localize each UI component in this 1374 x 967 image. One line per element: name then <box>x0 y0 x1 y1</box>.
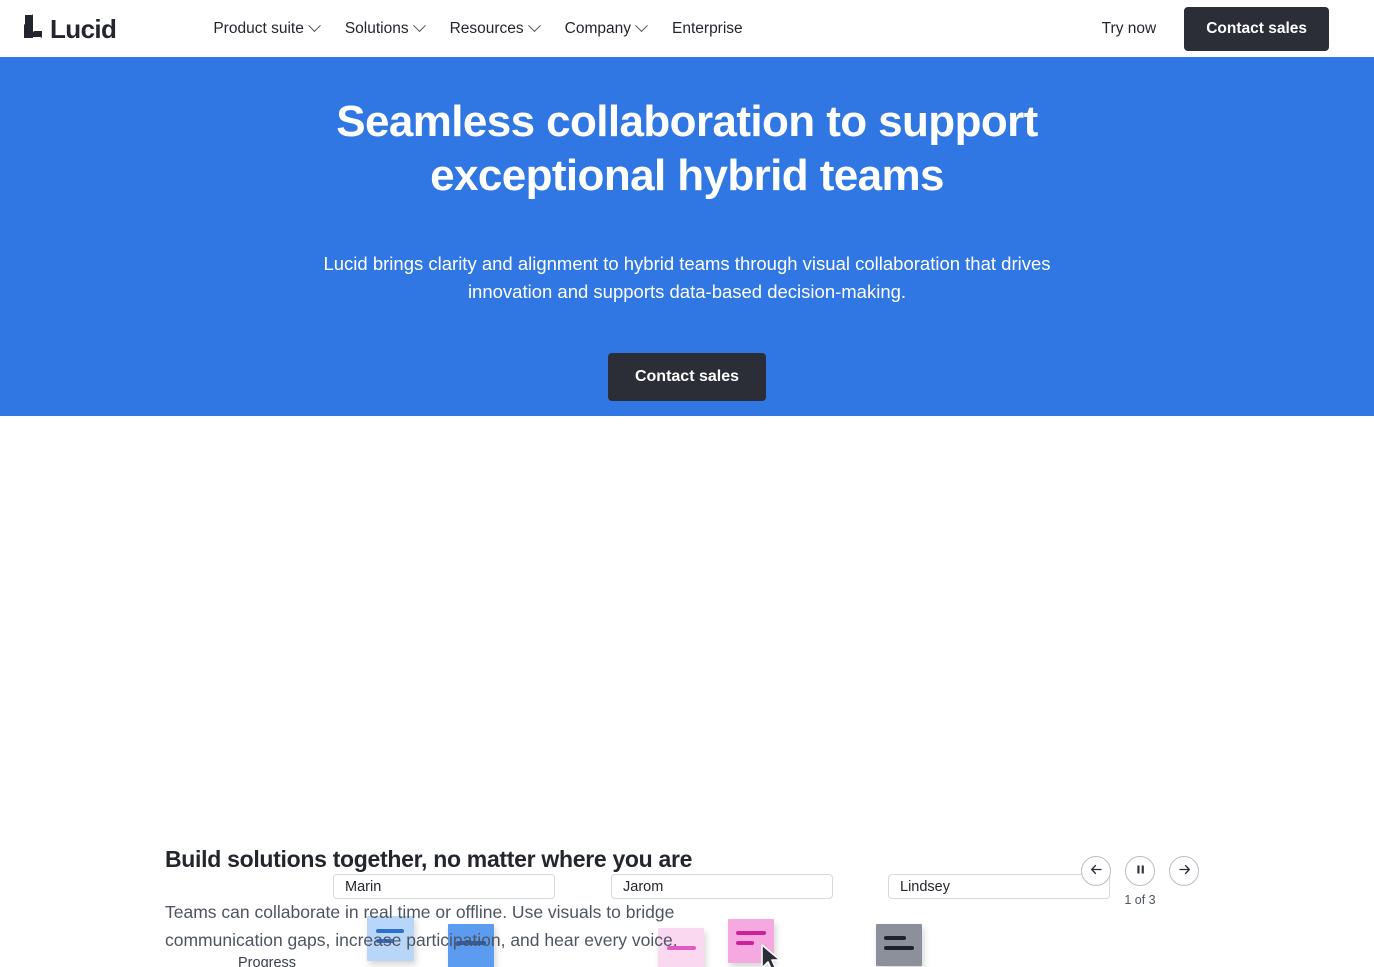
carousel-counter: 1 of 3 <box>1124 893 1156 907</box>
hero-section: Seamless collaboration to support except… <box>0 57 1374 416</box>
nav-item-label: Company <box>564 19 632 37</box>
feature-body: Teams can collaborate in real time or of… <box>165 902 678 950</box>
lucid-logo-mark-icon <box>22 13 43 44</box>
nav-item-label: Enterprise <box>672 19 743 37</box>
header-actions: Try now Contact sales <box>1102 6 1329 51</box>
hero-heading: Seamless collaboration to support except… <box>336 97 1038 200</box>
arrow-right-icon <box>1177 862 1192 880</box>
nav-item-label: Solutions <box>344 19 409 37</box>
hero-subheading: Lucid brings clarity and alignment to hy… <box>323 253 1051 303</box>
nav-item-label: Product suite <box>213 19 304 37</box>
carousel-controls: 1 of 3 <box>1081 856 1199 907</box>
nav-item-company[interactable]: Company <box>564 19 648 38</box>
row-label-progress: Progress <box>238 955 297 967</box>
nav-item-label: Resources <box>449 19 524 37</box>
header-contact-sales-button[interactable]: Contact sales <box>1184 6 1329 51</box>
nav-item-enterprise[interactable]: Enterprise <box>672 20 743 38</box>
nav-item-product-suite[interactable]: Product suite <box>213 19 321 38</box>
chevron-down-icon <box>412 19 426 33</box>
pause-icon <box>1134 863 1147 879</box>
collaboration-board: Marin Jarom Lindsey Progress Today’s wor… <box>0 416 1374 967</box>
nav-item-solutions[interactable]: Solutions <box>344 19 426 38</box>
arrow-left-icon <box>1089 862 1104 880</box>
lucid-logo-text: Lucid <box>50 13 117 44</box>
chevron-down-icon <box>527 19 541 33</box>
lucid-logo[interactable]: Lucid <box>22 13 117 44</box>
carousel-prev-button[interactable] <box>1081 856 1111 886</box>
feature-caption-section: Build solutions together, no matter wher… <box>0 846 1374 954</box>
carousel-pause-button[interactable] <box>1125 856 1155 886</box>
carousel-next-button[interactable] <box>1169 856 1199 886</box>
nav-item-resources[interactable]: Resources <box>449 19 541 38</box>
try-now-link[interactable]: Try now <box>1102 20 1157 38</box>
chevron-down-icon <box>635 19 648 33</box>
hero-contact-sales-button[interactable]: Contact sales <box>607 352 767 401</box>
site-header: Lucid Product suite Solutions Resources … <box>0 0 1374 57</box>
main-navigation: Product suite Solutions Resources Compan… <box>213 19 743 38</box>
chevron-down-icon <box>307 19 321 33</box>
